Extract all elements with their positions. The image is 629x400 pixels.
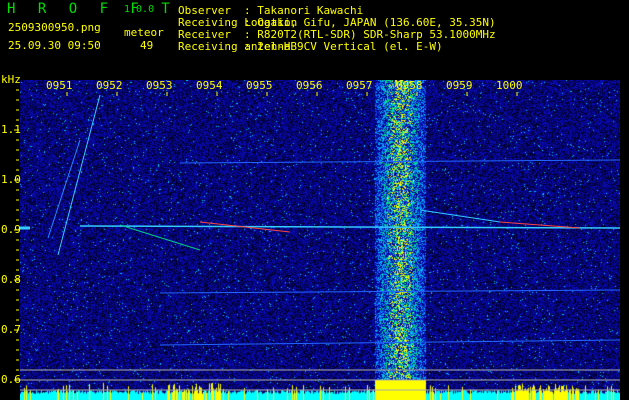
- time-label: 0959: [446, 79, 473, 92]
- faint-trace: [159, 339, 621, 346]
- y-tick-label: 0.8: [1, 273, 21, 286]
- y-tick-label: 0.7: [1, 323, 21, 336]
- meteor-trace: [419, 209, 501, 223]
- y-tick-label: 0.9: [1, 223, 21, 236]
- time-label: 0951: [46, 79, 73, 92]
- meteor-trace: [57, 94, 101, 256]
- y-axis-unit: kHz: [1, 73, 21, 86]
- time-label: 0958: [396, 79, 423, 92]
- y-tick-label: 0.6: [1, 373, 21, 386]
- time-label: 0954: [196, 79, 223, 92]
- time-label: 0956: [296, 79, 323, 92]
- spectrogram-overlay: [14, 89, 621, 391]
- time-label: 0955: [246, 79, 273, 92]
- time-label: 0957: [346, 79, 373, 92]
- faint-trace: [159, 289, 621, 294]
- time-label: 1000: [496, 79, 523, 92]
- faint-trace: [179, 159, 621, 164]
- time-label: 0952: [96, 79, 123, 92]
- carrier-trace: [79, 225, 621, 229]
- y-tick-label: 1.0: [1, 173, 21, 186]
- time-label: 0953: [146, 79, 173, 92]
- y-tick-label: 1.1: [1, 123, 21, 136]
- meteor-trace: [119, 224, 201, 251]
